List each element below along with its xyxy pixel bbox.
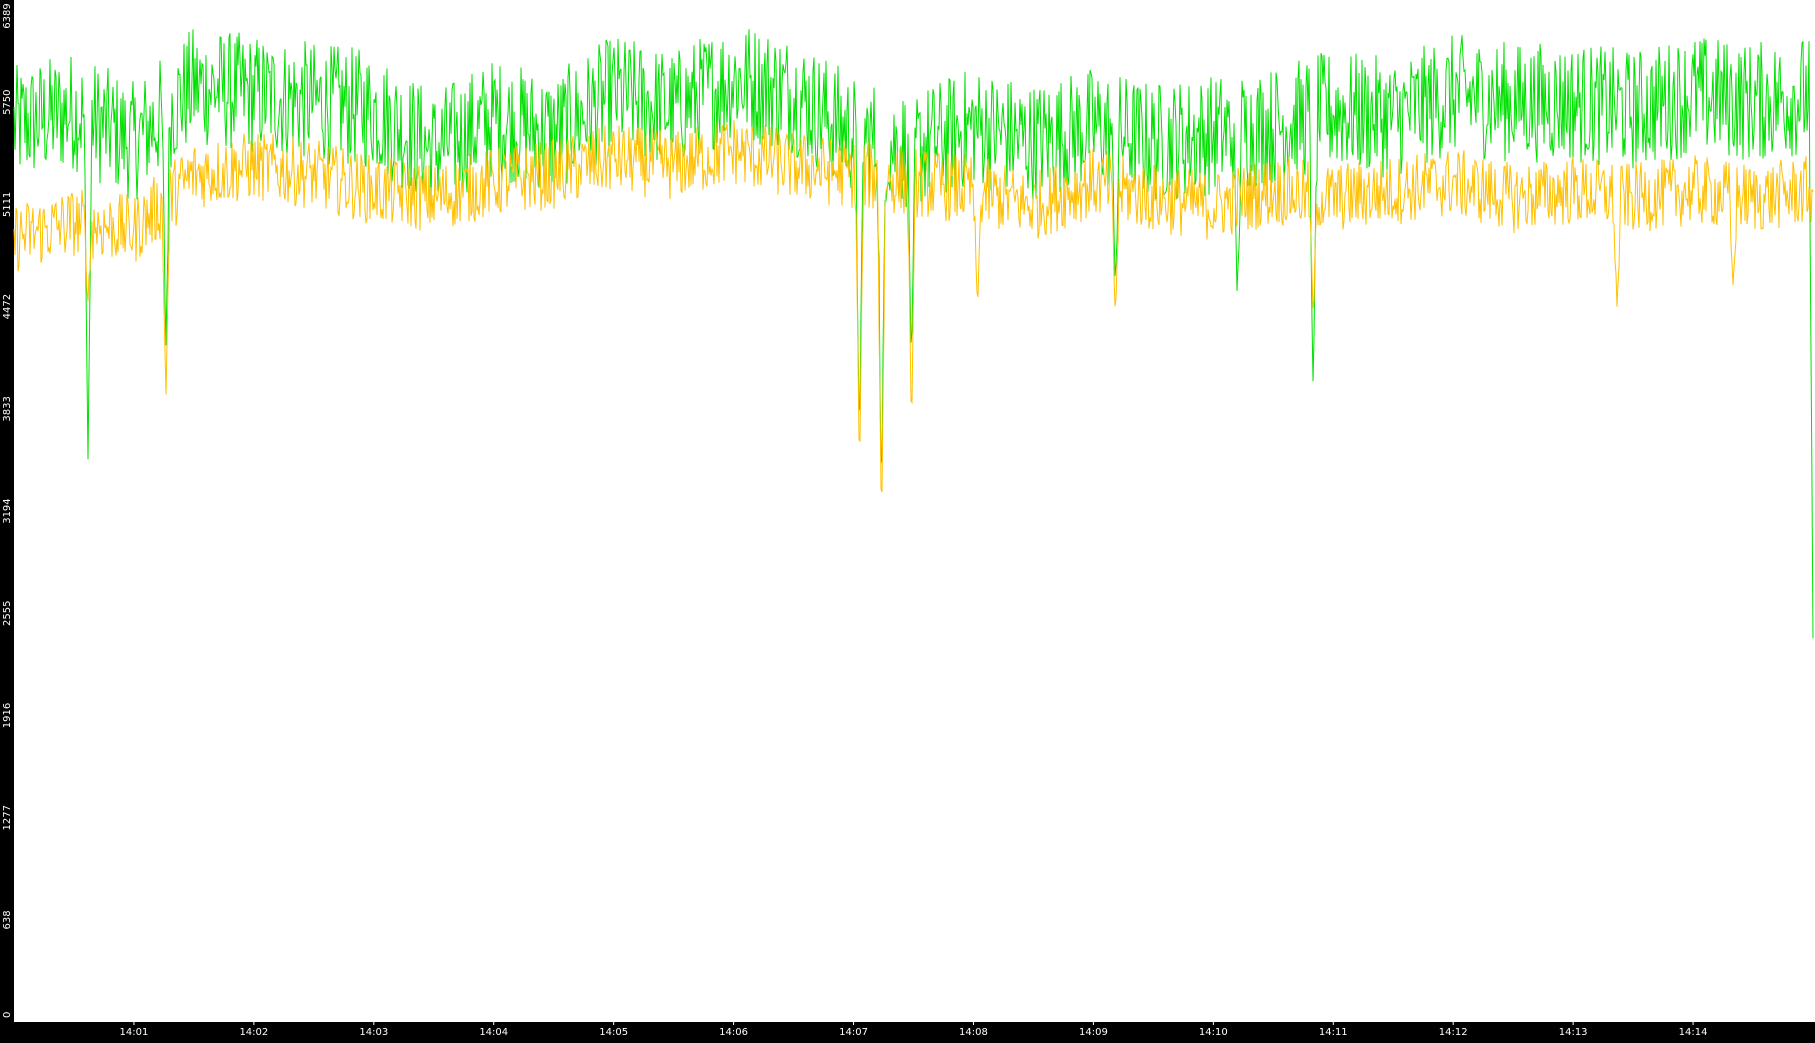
y-tick-label: 0 bbox=[2, 1012, 13, 1018]
y-axis: 0 638 1277 1916 2555 3194 3833 4472 5111 5750 6389 bbox=[2, 3, 13, 1018]
y-tick-label: 638 bbox=[2, 910, 13, 929]
y-tick-label: 1277 bbox=[2, 805, 13, 830]
x-tick-label: 14:06 bbox=[719, 1027, 748, 1038]
x-tick-label: 14:03 bbox=[359, 1027, 388, 1038]
x-tick-label: 14:02 bbox=[239, 1027, 268, 1038]
y-tick-label: 6389 bbox=[2, 3, 13, 28]
x-tick-label: 14:07 bbox=[839, 1027, 868, 1038]
x-tick-label: 14:10 bbox=[1199, 1027, 1228, 1038]
y-tick-label: 1916 bbox=[2, 703, 13, 728]
x-tick-label: 14:12 bbox=[1439, 1027, 1468, 1038]
x-tick-label: 14:04 bbox=[479, 1027, 508, 1038]
y-tick-label: 3833 bbox=[2, 396, 13, 421]
x-tick-label: 14:05 bbox=[599, 1027, 628, 1038]
x-tick-label: 14:08 bbox=[959, 1027, 988, 1038]
x-axis: 14:01 14:02 14:03 14:04 14:05 14:06 14:07 14:08… bbox=[120, 1022, 1708, 1038]
x-tick-label: 14:13 bbox=[1559, 1027, 1588, 1038]
x-tick-label: 14:09 bbox=[1079, 1027, 1108, 1038]
y-tick-label: 5750 bbox=[2, 89, 13, 114]
y-tick-label: 3194 bbox=[2, 498, 13, 523]
line-chart: 0 638 1277 1916 2555 3194 3833 4472 5111 5750 6389… bbox=[2, 0, 1815, 1038]
x-tick-label: 14:11 bbox=[1319, 1027, 1348, 1038]
chart-root: 0 638 1277 1916 2555 3194 3833 4472 5111 5750 6389… bbox=[0, 0, 1815, 1039]
x-tick-label: 14:14 bbox=[1679, 1027, 1708, 1038]
y-tick-label: 5111 bbox=[2, 192, 13, 217]
y-tick-label: 2555 bbox=[2, 601, 13, 626]
x-tick-label: 14:01 bbox=[120, 1027, 149, 1038]
y-tick-label: 4472 bbox=[2, 294, 13, 319]
